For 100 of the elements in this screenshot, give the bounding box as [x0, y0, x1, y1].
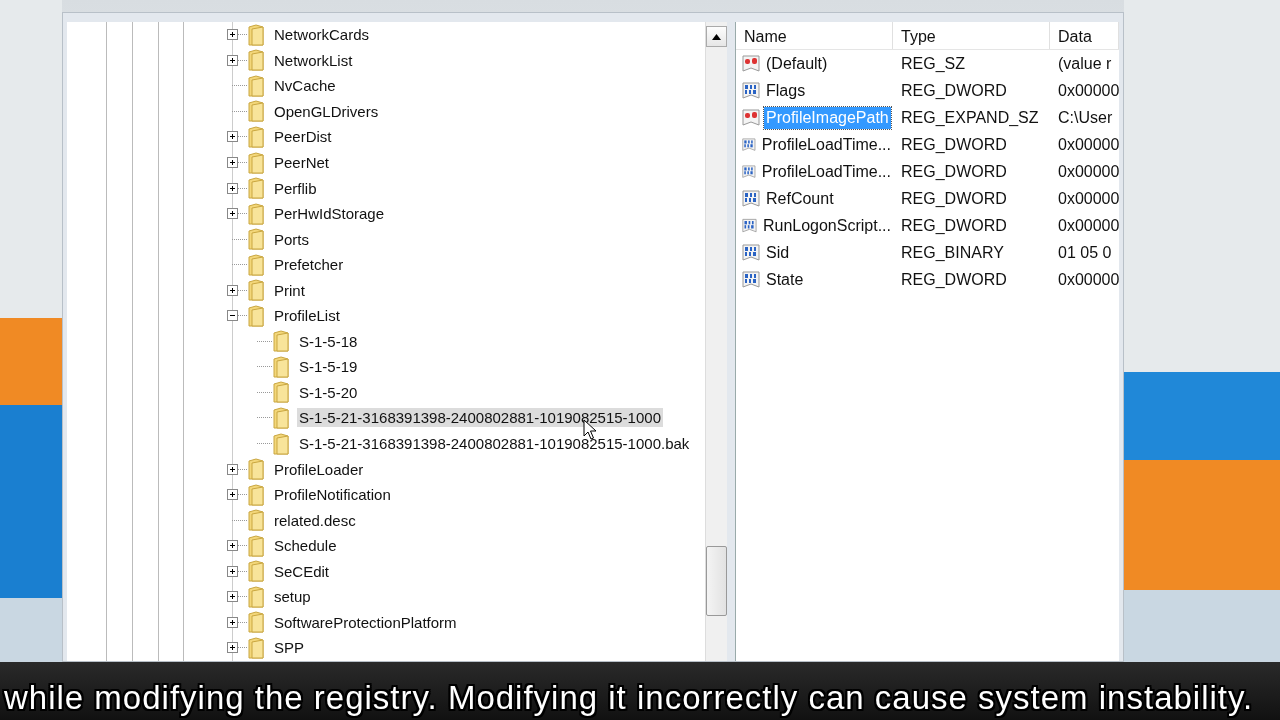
tree-item[interactable]: OpenGLDrivers [272, 101, 381, 121]
folder-icon [247, 636, 265, 659]
binary-value-icon [742, 80, 760, 101]
value-name[interactable]: RunLogonScript... [760, 214, 893, 237]
value-name[interactable]: State [764, 268, 806, 291]
value-name[interactable]: ProfileLoadTime... [759, 160, 893, 183]
value-type: REG_DWORD [900, 135, 1008, 154]
expand-icon[interactable] [226, 565, 238, 577]
tree-item[interactable]: SoftwareProtectionPlatform [272, 612, 459, 632]
folder-icon [247, 458, 265, 481]
expand-icon[interactable] [226, 591, 238, 603]
tree-item[interactable]: S-1-5-19 [297, 357, 360, 377]
folder-icon [247, 151, 265, 174]
expand-icon[interactable] [226, 29, 238, 41]
folder-icon [247, 509, 265, 532]
tree-item[interactable]: Perflib [272, 178, 319, 198]
folder-icon [272, 406, 290, 429]
value-name[interactable]: ProfileLoadTime... [759, 133, 893, 156]
tree-item[interactable]: SPP [272, 638, 306, 658]
folder-icon [247, 304, 265, 327]
expand-icon[interactable] [226, 54, 238, 66]
expand-icon[interactable] [226, 540, 238, 552]
string-value-icon [742, 107, 760, 128]
folder-icon [247, 534, 265, 557]
value-data: 0x00000 [1057, 162, 1120, 181]
folder-icon [247, 23, 265, 46]
up-arrow-icon [712, 33, 721, 40]
value-type: REG_BINARY [900, 243, 1005, 262]
scrollbar-thumb[interactable] [706, 546, 727, 616]
value-data: 0x00000 [1057, 270, 1120, 289]
binary-value-icon [742, 242, 760, 263]
value-type: REG_EXPAND_SZ [900, 108, 1040, 127]
folder-icon [247, 49, 265, 72]
tree-item[interactable]: SeCEdit [272, 561, 332, 581]
tree-item[interactable]: ProfileNotification [272, 485, 393, 505]
scroll-up-button[interactable] [706, 26, 727, 47]
expand-icon[interactable] [226, 131, 238, 143]
tree-item[interactable]: PeerNet [272, 153, 332, 172]
value-type: REG_DWORD [900, 189, 1008, 208]
value-type: REG_DWORD [900, 81, 1008, 100]
folder-icon [272, 381, 290, 404]
folder-icon [247, 279, 265, 302]
value-data: 0x00000 [1057, 81, 1120, 100]
expand-icon[interactable] [226, 489, 238, 501]
folder-icon [247, 177, 265, 200]
folder-icon [247, 74, 265, 97]
folder-icon [247, 253, 265, 276]
tree-item[interactable]: setup [272, 587, 313, 607]
value-type: REG_DWORD [900, 162, 1008, 181]
value-name[interactable]: Sid [764, 241, 792, 264]
value-name[interactable]: RefCount [764, 187, 836, 210]
tree-item[interactable]: S-1-5-21-3168391398-2400802881-1019082515-1000 [297, 408, 663, 428]
tree-item[interactable]: PerHwIdStorage [272, 204, 387, 224]
column-header[interactable]: Type [893, 22, 1050, 49]
value-data: 01 05 0 [1057, 243, 1113, 262]
binary-value-icon [742, 188, 760, 209]
folder-icon [272, 355, 290, 378]
expand-icon[interactable] [226, 616, 238, 628]
value-name[interactable]: (Default) [764, 52, 830, 75]
tree-item[interactable]: S-1-5-21-3168391398-2400802881-1019082515-1000.bak [297, 434, 692, 453]
tree-item[interactable]: NetworkList [272, 50, 355, 70]
tree-item[interactable]: NetworkCards [272, 25, 372, 45]
string-value-icon [742, 53, 760, 74]
folder-icon [247, 611, 265, 634]
expand-icon[interactable] [226, 157, 238, 168]
folder-icon [247, 560, 265, 583]
expand-icon[interactable] [226, 284, 238, 296]
tree-item[interactable]: Print [272, 280, 307, 300]
column-header[interactable]: Name [736, 22, 893, 49]
value-data: (value r [1057, 54, 1113, 73]
collapse-icon[interactable] [226, 310, 238, 322]
tree-item[interactable]: Prefetcher [272, 255, 346, 275]
tree-item[interactable]: NvCache [272, 76, 338, 96]
expand-icon[interactable] [226, 182, 238, 194]
tree-item[interactable]: PeerDist [272, 127, 334, 147]
value-name[interactable]: Flags [764, 79, 808, 102]
folder-icon [272, 432, 290, 455]
expand-icon[interactable] [226, 208, 238, 220]
value-data: 0x00000 [1057, 135, 1120, 154]
tree-item[interactable]: related.desc [272, 510, 358, 530]
column-header[interactable]: Data [1050, 22, 1120, 49]
tree-item[interactable]: S-1-5-18 [297, 331, 360, 351]
value-data: 0x00000 [1057, 216, 1120, 235]
tree-item[interactable]: S-1-5-20 [297, 382, 360, 402]
folder-icon [247, 125, 265, 148]
value-type: REG_DWORD [900, 270, 1008, 289]
expand-icon[interactable] [226, 463, 238, 475]
value-type: REG_DWORD [900, 216, 1008, 235]
scrollbar[interactable] [705, 22, 727, 661]
value-type: REG_SZ [900, 54, 966, 73]
folder-icon [247, 483, 265, 506]
expand-icon[interactable] [226, 642, 238, 654]
tree-item[interactable]: ProfileLoader [272, 459, 366, 479]
tree-item[interactable]: Ports [272, 229, 311, 249]
folder-icon [272, 330, 290, 353]
folder-icon [247, 100, 265, 123]
tree-item[interactable]: ProfileList [272, 306, 342, 326]
tree-item[interactable]: Schedule [272, 536, 339, 556]
folder-icon [247, 585, 265, 608]
value-data: 0x00000 [1057, 189, 1120, 208]
